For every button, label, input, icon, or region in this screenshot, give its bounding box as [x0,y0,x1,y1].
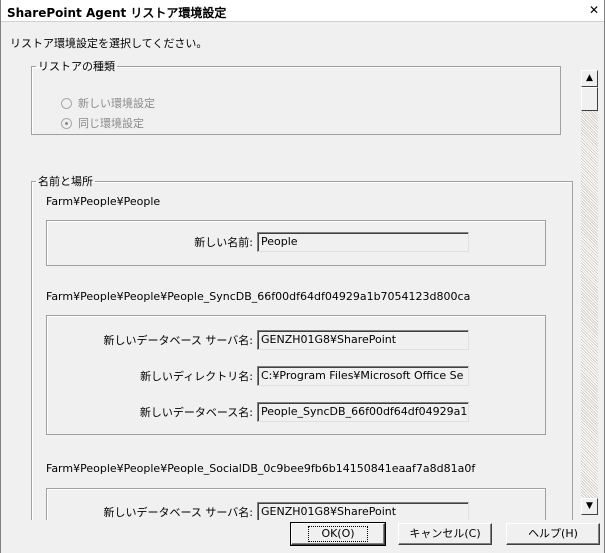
scroll-area: 名前と場所 Farm¥People¥People 新しい名前: People F… [1,52,601,520]
new-name-label: 新しい名前: [194,236,253,249]
title-bar: SharePoint Agent リストア環境設定 ✕ [1,0,604,22]
help-button-label: ヘルプ(H) [528,527,578,540]
section-path-socialdb: Farm¥People¥People¥People_SocialDB_0c9be… [46,462,476,475]
restore-settings-dialog: SharePoint Agent リストア環境設定 ✕ リストア環境設定を選択し… [0,0,605,553]
ok-button[interactable]: OK(O) [290,522,386,546]
name-location-legend: 名前と場所 [38,175,93,188]
syncdb-directory-label: 新しいディレクトリ名: [140,370,253,383]
cancel-button-label: キャンセル(C) [409,527,481,540]
syncdb-server-label: 新しいデータベース サーバ名: [103,334,253,347]
socialdb-server-input[interactable]: GENZH01G8¥SharePoint [257,502,469,520]
section-path-syncdb: Farm¥People¥People¥People_SyncDB_66f00df… [46,290,471,303]
section-path-people: Farm¥People¥People [46,195,161,208]
scroll-up-icon[interactable]: ▲ [581,70,598,87]
new-name-input[interactable]: People [257,232,469,252]
syncdb-server-input[interactable]: GENZH01G8¥SharePoint [257,330,469,350]
cancel-button[interactable]: キャンセル(C) [398,523,492,545]
help-button[interactable]: ヘルプ(H) [506,523,600,545]
ok-button-label: OK(O) [308,526,368,542]
scroll-down-icon[interactable]: ▼ [581,498,598,515]
syncdb-directory-input[interactable]: C:¥Program Files¥Microsoft Office Se [257,366,469,386]
vertical-scrollbar[interactable]: ▲ ▼ [581,70,598,515]
close-icon[interactable]: ✕ [586,3,602,18]
socialdb-server-label: 新しいデータベース サーバ名: [103,506,253,519]
instruction-text: リストア環境設定を選択してください。 [10,37,208,50]
syncdb-database-input[interactable]: People_SyncDB_66f00df64df04929a1b7 [257,402,469,422]
scroll-thumb[interactable] [581,87,598,111]
syncdb-database-label: 新しいデータベース名: [139,406,253,419]
window-title: SharePoint Agent リストア環境設定 [7,6,227,20]
